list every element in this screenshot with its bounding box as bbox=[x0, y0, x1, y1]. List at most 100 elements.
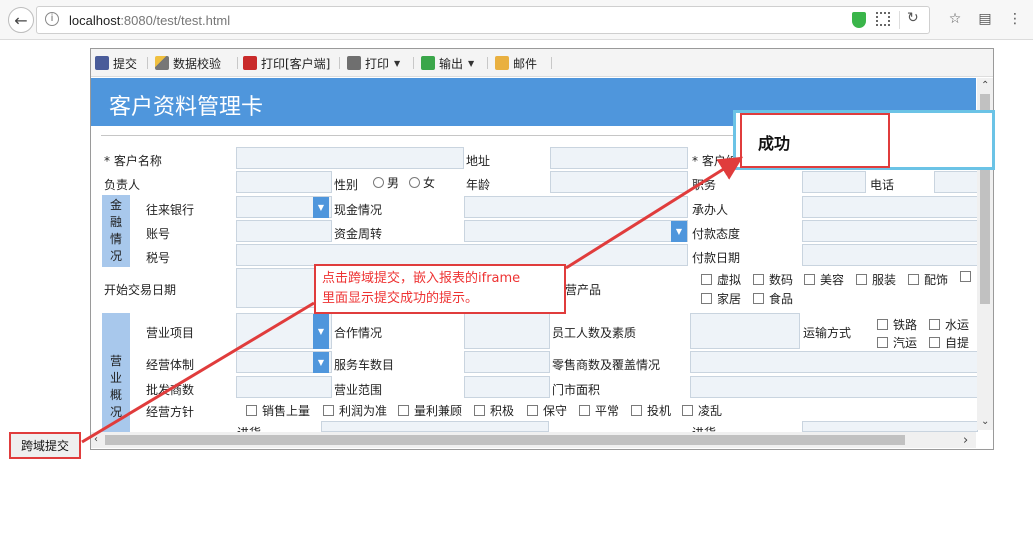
checkbox-icon bbox=[877, 337, 888, 348]
gender-male-radio[interactable]: 男 bbox=[373, 174, 399, 191]
scroll-thumb[interactable] bbox=[105, 435, 905, 445]
policy-normal-checkbox[interactable]: 平常 bbox=[579, 402, 619, 419]
purchase-input-right[interactable] bbox=[802, 421, 978, 432]
business-item-label: 营业项目 bbox=[146, 326, 195, 340]
policy-chaotic-checkbox[interactable]: 凌乱 bbox=[682, 402, 722, 419]
transport-truck-checkbox[interactable]: 汽运 bbox=[877, 334, 917, 351]
submit-button[interactable]: 提交 bbox=[95, 55, 137, 71]
staff-input[interactable] bbox=[690, 313, 800, 349]
save-icon bbox=[95, 56, 109, 70]
checkbox-icon bbox=[474, 405, 485, 416]
transport-pickup-checkbox[interactable]: 自提 bbox=[929, 334, 969, 351]
cross-domain-submit-button[interactable]: 跨域提交 bbox=[9, 432, 81, 459]
store-area-input[interactable] bbox=[690, 376, 978, 398]
chevron-down-icon[interactable]: ⌄ bbox=[981, 416, 989, 427]
chevron-down-icon[interactable]: ▼ bbox=[313, 197, 329, 218]
qr-code-icon[interactable] bbox=[876, 12, 890, 26]
account-input[interactable] bbox=[236, 220, 332, 242]
chevron-down-icon: ▼ bbox=[394, 58, 401, 68]
divider bbox=[339, 57, 340, 69]
business-scope-input[interactable] bbox=[464, 376, 550, 398]
cash-input[interactable] bbox=[464, 196, 688, 218]
owner-input[interactable] bbox=[236, 171, 332, 193]
transport-water-checkbox[interactable]: 水运 bbox=[929, 316, 969, 333]
age-input[interactable] bbox=[550, 171, 688, 193]
cash-label: 现金情况 bbox=[334, 203, 383, 217]
url-text: localhost:8080/test/test.html bbox=[69, 13, 231, 28]
owner-label: 负责人 bbox=[104, 178, 141, 192]
policy-sales-checkbox[interactable]: 销售上量 bbox=[246, 402, 310, 419]
reader-icon[interactable]: ▤ bbox=[976, 10, 994, 28]
address-bar[interactable]: i localhost:8080/test/test.html ↻ bbox=[36, 6, 930, 34]
product-digital-checkbox[interactable]: 数码 bbox=[753, 271, 793, 288]
checkbox-icon bbox=[929, 319, 940, 330]
policy-conservative-checkbox[interactable]: 保守 bbox=[527, 402, 567, 419]
menu-icon[interactable]: ⋮ bbox=[1006, 10, 1024, 28]
policy-balance-checkbox[interactable]: 量利兼顾 bbox=[398, 402, 462, 419]
retailers-input[interactable] bbox=[690, 351, 978, 373]
chevron-right-icon[interactable]: › bbox=[963, 433, 968, 448]
product-accessory-checkbox[interactable]: 配饰 bbox=[908, 271, 948, 288]
customer-name-input[interactable] bbox=[236, 147, 464, 169]
checkbox-icon bbox=[753, 274, 764, 285]
chevron-up-icon[interactable]: ⌃ bbox=[981, 80, 989, 91]
info-icon[interactable]: i bbox=[45, 12, 59, 26]
shield-check-icon[interactable] bbox=[852, 12, 866, 28]
phone-input[interactable] bbox=[934, 171, 978, 193]
back-icon[interactable]: ← bbox=[8, 7, 34, 33]
print-client-button[interactable]: 打印[客户端] bbox=[243, 55, 330, 71]
tax-no-input[interactable] bbox=[236, 244, 688, 266]
annotation-line: 点击跨域提交，嵌入报表的iframe bbox=[322, 271, 521, 286]
service-vehicles-input[interactable] bbox=[464, 351, 550, 373]
policy-active-checkbox[interactable]: 积极 bbox=[474, 402, 514, 419]
checkbox-icon bbox=[579, 405, 590, 416]
radio-icon bbox=[373, 177, 384, 188]
position-input[interactable] bbox=[802, 171, 866, 193]
product-more-checkbox[interactable] bbox=[960, 271, 976, 282]
validate-button[interactable]: 数据校验 bbox=[155, 55, 221, 71]
product-beauty-checkbox[interactable]: 美容 bbox=[804, 271, 844, 288]
product-apparel-checkbox[interactable]: 服装 bbox=[856, 271, 896, 288]
chevron-left-icon[interactable]: ‹ bbox=[94, 434, 98, 445]
address-input[interactable] bbox=[550, 147, 688, 169]
business-scope-label: 营业范围 bbox=[334, 383, 383, 397]
chevron-down-icon[interactable]: ▼ bbox=[313, 314, 329, 349]
customer-no-label: * 客户编 bbox=[692, 154, 738, 168]
store-area-label: 门市面积 bbox=[552, 383, 601, 397]
chevron-down-icon[interactable]: ▼ bbox=[671, 221, 687, 242]
checkbox-icon bbox=[960, 271, 971, 282]
policy-speculative-checkbox[interactable]: 投机 bbox=[631, 402, 671, 419]
product-food-checkbox[interactable]: 食品 bbox=[753, 290, 793, 307]
checkbox-icon bbox=[631, 405, 642, 416]
print-button[interactable]: 打印 ▼ bbox=[347, 55, 400, 71]
tax-no-label: 税号 bbox=[146, 251, 171, 265]
capital-turnover-select[interactable] bbox=[464, 220, 688, 242]
checkbox-icon bbox=[856, 274, 867, 285]
transport-label: 运输方式 bbox=[803, 326, 852, 340]
payment-date-input[interactable] bbox=[802, 244, 978, 266]
export-button[interactable]: 输出 ▼ bbox=[421, 55, 474, 71]
payment-date-label: 付款日期 bbox=[692, 251, 741, 265]
mail-button[interactable]: 邮件 bbox=[495, 55, 537, 71]
policy-profit-checkbox[interactable]: 利润为准 bbox=[323, 402, 387, 419]
checkbox-icon bbox=[246, 405, 257, 416]
gender-female-radio[interactable]: 女 bbox=[409, 174, 435, 191]
product-virtual-checkbox[interactable]: 虚拟 bbox=[701, 271, 741, 288]
product-home-checkbox[interactable]: 家居 bbox=[701, 290, 741, 307]
reload-icon[interactable]: ↻ bbox=[907, 10, 919, 26]
payment-attitude-input[interactable] bbox=[802, 220, 978, 242]
purchase-label-left: 进货 bbox=[237, 424, 261, 432]
handler-input[interactable] bbox=[802, 196, 978, 218]
purchase-input-left[interactable] bbox=[321, 421, 549, 432]
wholesalers-label: 批发商数 bbox=[146, 383, 195, 397]
partner-input[interactable] bbox=[464, 313, 550, 349]
chevron-down-icon[interactable]: ▼ bbox=[313, 352, 329, 373]
chevron-down-icon: ▼ bbox=[468, 58, 475, 68]
divider bbox=[487, 57, 488, 69]
horizontal-scrollbar[interactable]: ‹ › bbox=[91, 432, 976, 448]
phone-label: 电话 bbox=[870, 178, 895, 192]
checkbox-icon bbox=[908, 274, 919, 285]
star-icon[interactable]: ☆ bbox=[946, 10, 964, 28]
wholesalers-input[interactable] bbox=[236, 376, 332, 398]
transport-rail-checkbox[interactable]: 铁路 bbox=[877, 316, 917, 333]
